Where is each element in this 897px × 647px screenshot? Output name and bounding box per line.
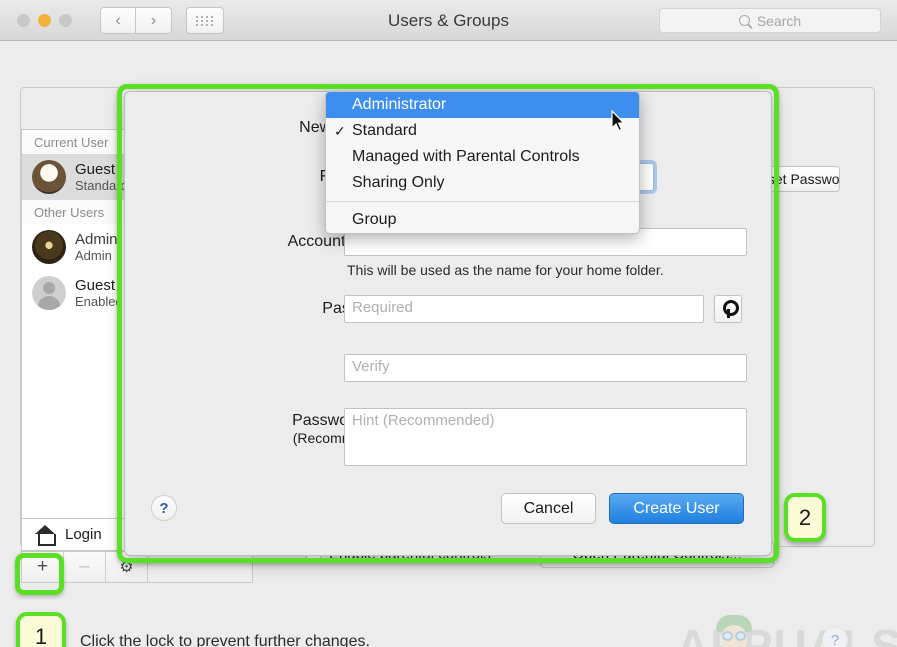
account-type-menu[interactable]: Administrator ✓ Standard Managed with Pa… [325,91,640,234]
watermark-brand: APPUALS [676,620,897,647]
watermark-question-icon: ? [822,627,848,647]
menu-item-label: Administrator [352,96,447,113]
title-bar: ‹ › Users & Groups Search [0,0,897,41]
user-type: Enabled [75,293,123,309]
help-button[interactable]: ? [151,495,177,521]
user-type: Admin [75,247,112,263]
menu-item-label: Managed with Parental Controls [352,148,580,165]
user-name: Guest [75,276,116,294]
owl-avatar [32,230,66,264]
verify-input[interactable]: Verify [344,354,747,382]
menu-item-administrator[interactable]: Administrator [326,92,639,118]
watermark: APPUALS ? F R O M T H E E X P [676,613,897,647]
menu-item-managed-with-parental-controls[interactable]: Managed with Parental Controls [326,144,639,170]
menu-item-group[interactable]: Group [326,207,639,233]
login-options-label: Login [65,526,102,543]
user-name: Admin [75,230,118,248]
menu-item-label: Group [352,211,397,228]
user-type: Standard [75,177,128,193]
annotation-badge-2: 2 [784,493,826,542]
search-placeholder: Search [756,12,802,29]
cancel-button[interactable]: Cancel [501,493,596,524]
remove-user-button[interactable]: – [64,552,106,582]
create-user-button[interactable]: Create User [609,493,744,524]
menu-item-standard[interactable]: ✓ Standard [326,118,639,144]
menu-item-label: Standard [352,122,417,139]
password-hint-input[interactable]: Hint (Recommended) [344,408,747,466]
password-assistant-button[interactable] [714,295,742,323]
eagle-avatar [32,160,66,194]
key-icon [723,300,739,318]
menu-item-label: Sharing Only [352,174,445,191]
annotation-badge-1: 1 [16,612,66,647]
search-icon [738,15,750,26]
check-icon: ✓ [334,122,346,139]
account-name-helper-text: This will be used as the name for your h… [347,262,664,278]
app-window: ‹ › Users & Groups Search Current User G… [0,0,897,647]
search-input[interactable]: Search [659,8,881,33]
home-icon [34,524,56,546]
watermark-mascot-icon [714,613,756,647]
password-hint-placeholder: Hint (Recommended) [352,412,495,429]
menu-item-sharing-only[interactable]: Sharing Only [326,170,639,196]
content-area: Current User Guest Standard Other Users … [0,41,897,647]
generic-avatar [32,276,66,310]
user-name: Guest [75,160,116,178]
password-placeholder: Required [352,299,413,316]
verify-placeholder: Verify [352,358,390,375]
password-input[interactable]: Required [344,295,704,323]
menu-separator [326,201,639,202]
toolbar-filler [148,552,252,582]
add-user-button[interactable]: + [22,552,64,582]
gear-icon[interactable]: ⚙ [106,552,148,582]
mouse-cursor [611,110,625,132]
lock-message: Click the lock to prevent further change… [80,633,370,647]
